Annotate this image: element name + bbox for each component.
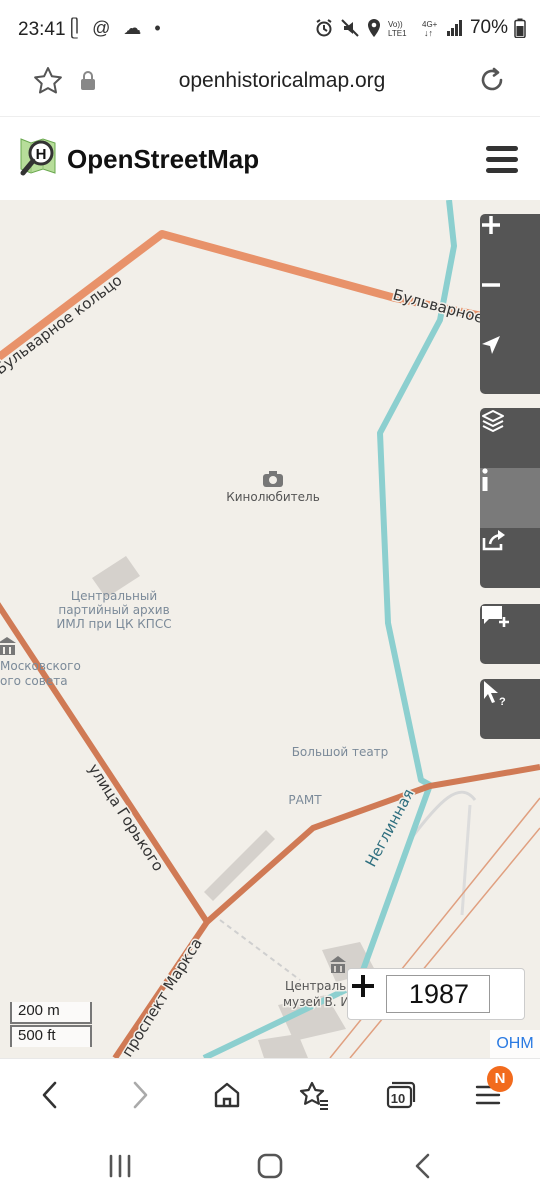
bookmarks-star-icon [299, 1081, 328, 1110]
status-right: Vo)) LTE1 4G+ ↓↑ 70% [314, 17, 526, 39]
navigation-arrow-icon [482, 336, 500, 354]
poi-label: Московского [0, 659, 81, 673]
network-4g-icon: 4G+↓↑ [422, 20, 438, 38]
svg-text:?: ? [499, 696, 506, 707]
home-button[interactable] [207, 1077, 247, 1113]
status-bar: 23:41 ᥫ @ ☁ • Vo)) LTE1 4G+ ↓↑ 70% [0, 0, 540, 60]
footpath [219, 919, 301, 981]
query-features-button[interactable]: ? [480, 679, 540, 739]
battery-percent: 70% [469, 17, 508, 38]
attribution-link[interactable]: OHM [490, 1030, 540, 1058]
query-tools: ? [480, 679, 540, 739]
back-arrow-icon [42, 1081, 57, 1109]
scale-metric: 200 m [10, 1002, 92, 1024]
plus-icon [482, 216, 500, 234]
status-time: 23:41 [18, 19, 66, 40]
browser-toolbar: 10 [0, 1058, 540, 1130]
menu-button[interactable] [486, 146, 518, 174]
road-gorkogo [0, 602, 540, 925]
poi-label: ИМЛ при ЦК КПСС [56, 617, 171, 631]
footpath [460, 804, 472, 916]
note-tools [480, 604, 540, 664]
map-layer: Бульварное кольцо Бульварное кольцо улиц… [0, 200, 540, 1058]
street-label: проспект Маркса [118, 935, 206, 1058]
share-icon [482, 530, 505, 551]
share-button[interactable] [480, 528, 540, 588]
alarm-icon [316, 19, 332, 37]
camera-icon[interactable] [263, 471, 283, 487]
site-header: H OpenStreetMap [0, 116, 540, 200]
menu-bar-icon [486, 146, 518, 151]
poi-label: Центральн [285, 979, 354, 993]
zoom-controls [480, 214, 540, 394]
signal-icon [446, 20, 462, 36]
menu-bar-icon [486, 157, 518, 162]
home-nav-icon[interactable] [255, 1152, 285, 1180]
svg-text:Vo)): Vo)) [388, 20, 403, 29]
scale-bar: 200 m 500 ft [10, 1000, 96, 1050]
ohm-logo-icon[interactable]: H [15, 135, 61, 181]
minus-icon [482, 283, 500, 287]
river-neglinnaya [202, 200, 457, 1058]
lock-icon [81, 71, 95, 90]
bookmark-star-icon[interactable] [33, 66, 63, 96]
year-input[interactable]: 1987 [386, 975, 490, 1013]
layers-button[interactable] [480, 408, 540, 468]
zoom-out-button[interactable] [480, 274, 540, 334]
map-tools [480, 408, 540, 588]
info-button[interactable] [480, 468, 540, 528]
map-canvas[interactable]: Бульварное кольцо Бульварное кольцо улиц… [0, 200, 540, 1058]
street-label: улица Горького [85, 760, 168, 874]
info-icon [482, 468, 488, 491]
year-control: 1987 [347, 968, 525, 1020]
back-nav-icon[interactable] [408, 1152, 438, 1180]
bookmarks-button[interactable] [294, 1077, 334, 1113]
reload-icon[interactable] [476, 64, 508, 96]
poi-label: Кинолюбитель [226, 490, 320, 504]
townhall-icon[interactable] [0, 637, 16, 655]
notification-badge: N [487, 1066, 513, 1092]
recent-apps-icon[interactable] [105, 1152, 135, 1180]
poi-label: партийный архив [58, 603, 169, 617]
tab-count: 10 [390, 1090, 406, 1106]
poi-label: РАМТ [288, 793, 322, 807]
site-title[interactable]: OpenStreetMap [67, 144, 259, 175]
status-notification-icons: ᥫ @ ☁ • [70, 18, 165, 38]
layers-icon [482, 410, 504, 432]
scale-imperial: 500 ft [10, 1025, 92, 1047]
add-note-button[interactable] [480, 604, 540, 664]
add-note-icon [482, 606, 509, 627]
cursor-question-icon: ? [484, 681, 506, 707]
poi-label: ого совета [0, 674, 68, 688]
poi-label: Большой театр [292, 745, 389, 759]
svg-text:↓↑: ↓↑ [424, 28, 433, 38]
poi-label: Центральный [71, 589, 157, 603]
volte-icon: Vo))LTE1 [388, 20, 407, 38]
location-icon [367, 19, 380, 37]
forward-arrow-icon [133, 1081, 148, 1109]
forward-button[interactable] [120, 1077, 160, 1113]
battery-icon [514, 18, 526, 38]
menu-bar-icon [486, 168, 518, 173]
year-increment-button[interactable] [348, 969, 378, 1003]
back-button[interactable] [30, 1077, 70, 1113]
mute-icon [341, 19, 359, 37]
street-label: Бульварное кольцо [0, 271, 126, 378]
home-icon [214, 1082, 240, 1108]
locate-button[interactable] [480, 334, 540, 394]
poi-label: музей В. И. [283, 995, 353, 1009]
svg-text:H: H [36, 146, 47, 163]
zoom-in-button[interactable] [480, 214, 540, 274]
tabs-button[interactable]: 10 [380, 1077, 420, 1113]
system-nav-bar [0, 1130, 540, 1200]
svg-text:LTE1: LTE1 [388, 29, 407, 38]
